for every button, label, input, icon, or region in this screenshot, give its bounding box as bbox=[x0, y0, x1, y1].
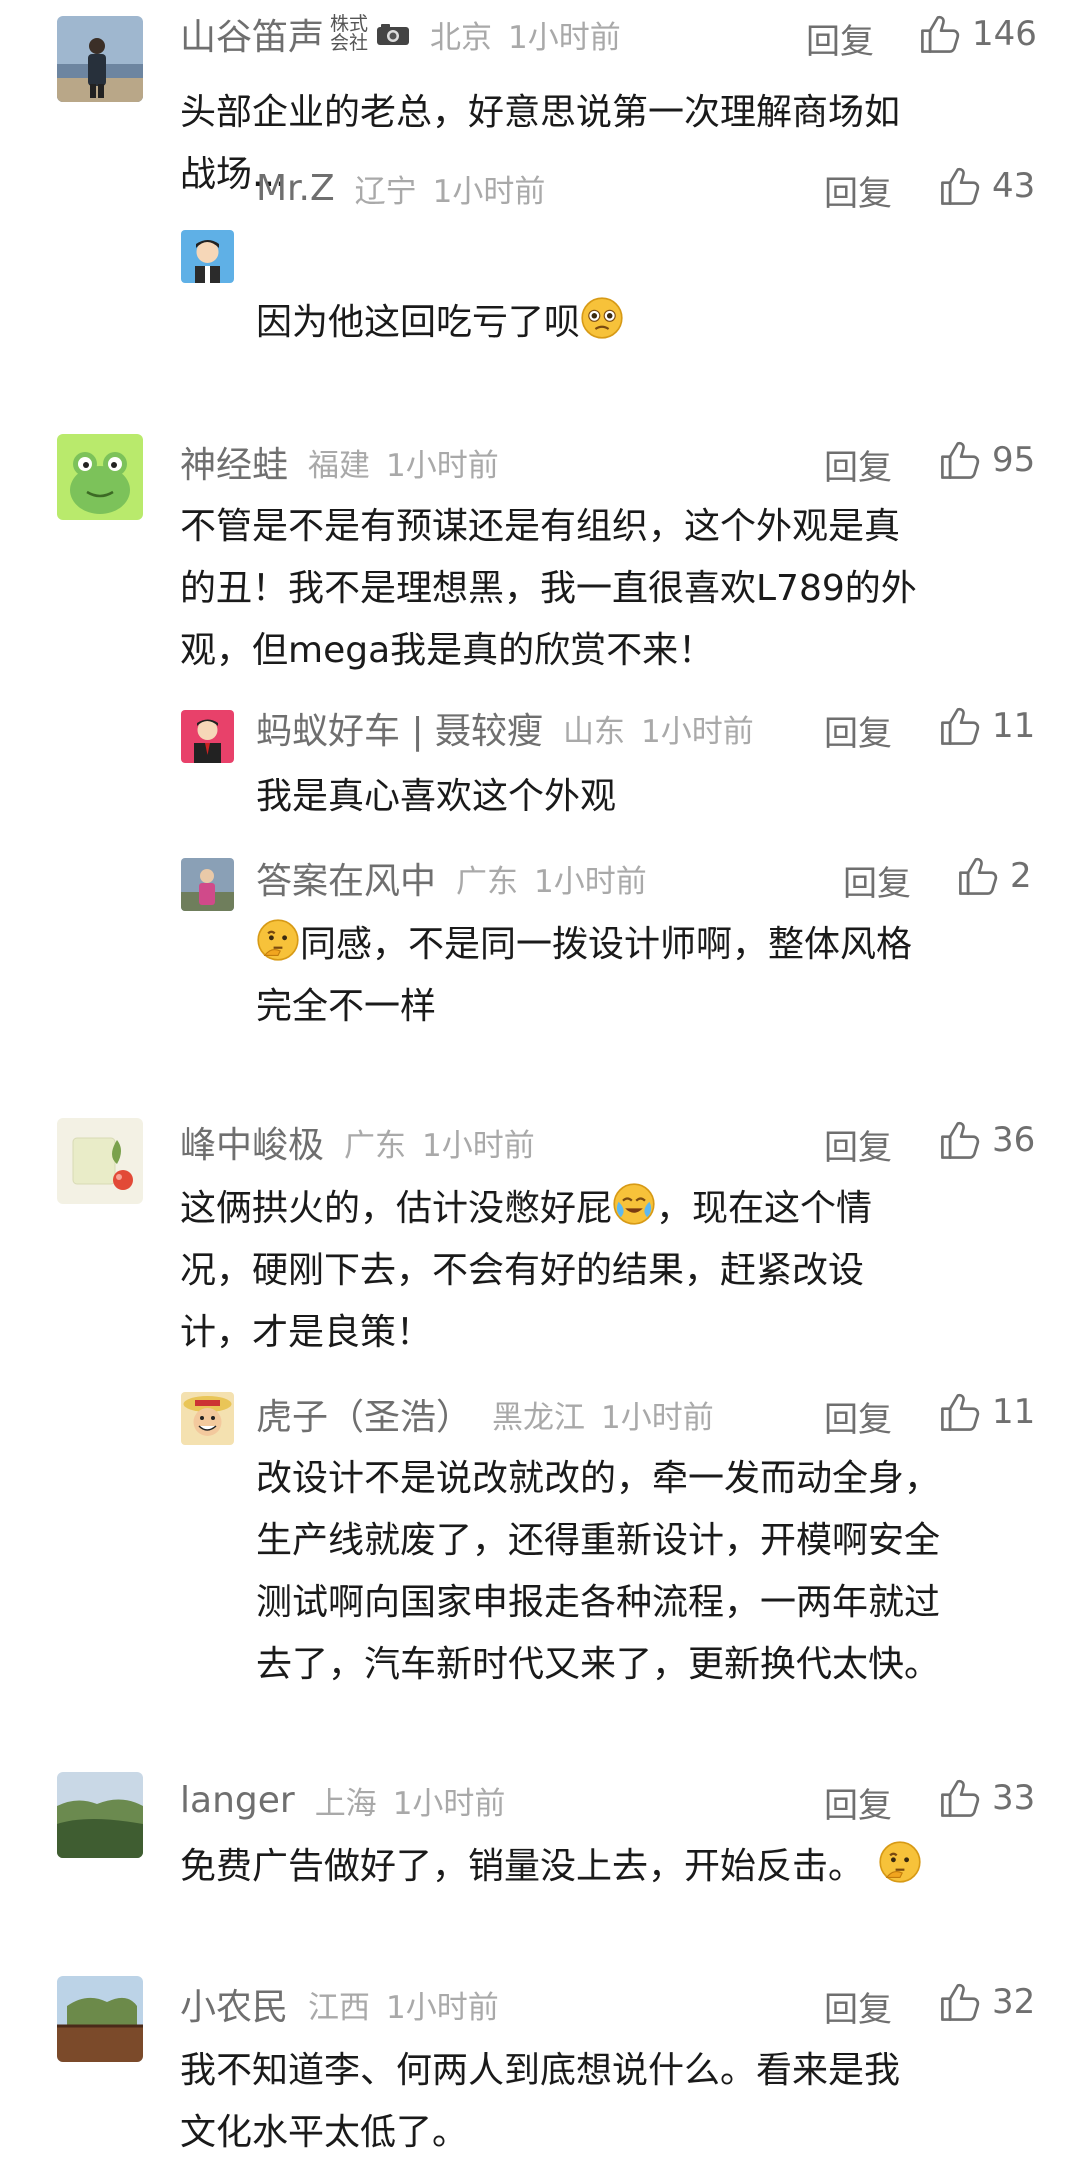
crying-face-emoji bbox=[612, 1182, 656, 1226]
comment-meta: 小农民 江西 1小时前 bbox=[0, 1982, 1080, 2028]
like-button[interactable]: 2 bbox=[956, 854, 1032, 898]
timestamp: 1小时前 bbox=[432, 173, 546, 210]
username[interactable]: 山谷笛声 bbox=[180, 8, 324, 60]
avatar[interactable] bbox=[181, 230, 234, 283]
reply-button[interactable]: 回复 bbox=[824, 1120, 892, 1169]
like-button[interactable]: 11 bbox=[938, 1390, 1035, 1434]
location: 上海 bbox=[314, 1785, 377, 1822]
thumbs-up-icon bbox=[938, 438, 982, 482]
camera-icon bbox=[377, 24, 410, 45]
reply-button[interactable]: 回复 bbox=[824, 166, 892, 215]
reply-button[interactable]: 回复 bbox=[824, 1778, 892, 1827]
thumbs-up-icon bbox=[956, 854, 1000, 898]
location: 广东 bbox=[456, 863, 519, 900]
like-count: 95 bbox=[992, 440, 1036, 480]
like-button[interactable]: 32 bbox=[938, 1980, 1035, 2024]
thumbs-up-icon bbox=[938, 164, 982, 208]
thumbs-up-icon bbox=[918, 12, 962, 56]
comment-text: 我不知道李、何两人到底想说什么。看来是我 文化水平太低了。 bbox=[180, 2050, 901, 2153]
comment-meta: Mr.Z 辽宁 1小时前 bbox=[0, 166, 1080, 210]
location: 山东 bbox=[563, 713, 626, 750]
like-count: 146 bbox=[972, 14, 1037, 54]
comment-feed: 山谷笛声 株式会社 北京 1小时前 回复 146 头部企业的老总，好意思说第一次… bbox=[0, 0, 1080, 2167]
thinking-face-emoji bbox=[878, 1840, 922, 1884]
reply-button[interactable]: 回复 bbox=[824, 1982, 892, 2031]
comment-meta: 峰中峻极 广东 1小时前 bbox=[0, 1120, 1080, 1166]
timestamp: 1小时前 bbox=[386, 447, 499, 484]
location: 辽宁 bbox=[354, 173, 417, 210]
like-button[interactable]: 95 bbox=[938, 438, 1035, 482]
like-count: 43 bbox=[992, 166, 1036, 206]
user-tag: 株式会社 bbox=[330, 13, 369, 54]
thinking-face-emoji bbox=[256, 918, 300, 962]
like-count: 11 bbox=[992, 1392, 1036, 1432]
username[interactable]: 小农民 bbox=[180, 1978, 288, 2030]
thumbs-up-icon bbox=[938, 1390, 982, 1434]
like-count: 2 bbox=[1010, 856, 1032, 896]
like-count: 33 bbox=[992, 1778, 1036, 1818]
timestamp: 1小时前 bbox=[422, 1127, 535, 1164]
location: 黑龙江 bbox=[492, 1399, 586, 1436]
comment-text: 同感，不是同一拨设计师啊，整体风格 完全不一样 bbox=[256, 914, 912, 1038]
comment-text: 改设计不是说改就改的，牵一发而动全身， 生产线就废了，还得重新设计，开模啊安全 … bbox=[256, 1458, 941, 1685]
thumbs-up-icon bbox=[938, 1776, 982, 1820]
comment-meta: 答案在风中 广东 1小时前 bbox=[0, 856, 1080, 902]
comment-meta: 蚂蚁好车 | 聂较瘦 山东 1小时前 bbox=[0, 706, 1080, 752]
like-button[interactable]: 33 bbox=[938, 1776, 1035, 1820]
timestamp: 1小时前 bbox=[641, 713, 754, 750]
like-count: 32 bbox=[992, 1982, 1036, 2022]
location: 福建 bbox=[308, 447, 371, 484]
location: 江西 bbox=[308, 1989, 371, 2026]
timestamp: 1小时前 bbox=[534, 863, 647, 900]
username[interactable]: 虎子（圣浩） bbox=[256, 1388, 472, 1440]
like-button[interactable]: 36 bbox=[938, 1118, 1035, 1162]
reply-button[interactable]: 回复 bbox=[824, 706, 892, 755]
reply-button[interactable]: 回复 bbox=[806, 14, 874, 63]
username[interactable]: 峰中峻极 bbox=[180, 1116, 324, 1168]
pleading-face-emoji bbox=[580, 296, 624, 340]
thumbs-up-icon bbox=[938, 704, 982, 748]
comment-text: 不管是不是有预谋还是有组织，这个外观是真 的丑！我不是理想黑，我一直很喜欢L78… bbox=[180, 506, 917, 671]
like-button[interactable]: 11 bbox=[938, 704, 1035, 748]
thumbs-up-icon bbox=[938, 1118, 982, 1162]
comment-meta: 神经蛙 福建 1小时前 bbox=[0, 440, 1080, 486]
thumbs-up-icon bbox=[938, 1980, 982, 2024]
like-button[interactable]: 146 bbox=[918, 12, 1037, 56]
username[interactable]: 神经蛙 bbox=[180, 436, 288, 488]
comment-text: 我是真心喜欢这个外观 bbox=[256, 776, 617, 817]
username[interactable]: 蚂蚁好车 | 聂较瘦 bbox=[256, 702, 543, 754]
timestamp: 1小时前 bbox=[392, 1785, 506, 1822]
location: 北京 bbox=[430, 19, 493, 56]
reply-button[interactable]: 回复 bbox=[824, 440, 892, 489]
timestamp: 1小时前 bbox=[601, 1399, 714, 1436]
username[interactable]: 答案在风中 bbox=[256, 852, 436, 904]
comment-text: 免费广告做好了，销量没上去，开始反击。 bbox=[180, 1836, 922, 1898]
comment-meta: 虎子（圣浩） 黑龙江 1小时前 bbox=[0, 1392, 1080, 1438]
like-button[interactable]: 43 bbox=[938, 164, 1035, 208]
like-count: 11 bbox=[992, 706, 1036, 746]
like-count: 36 bbox=[992, 1120, 1036, 1160]
comment-meta: langer 上海 1小时前 bbox=[0, 1778, 1080, 1822]
comment-text: 因为他这回吃亏了呗 bbox=[256, 292, 624, 354]
timestamp: 1小时前 bbox=[508, 19, 621, 56]
reply-button[interactable]: 回复 bbox=[824, 1392, 892, 1441]
timestamp: 1小时前 bbox=[386, 1989, 499, 2026]
comment-text: 这俩拱火的，估计没憋好屁 ，现在这个情 况，硬刚下去，不会有好的结果，赶紧改设 … bbox=[180, 1178, 872, 1364]
reply-button[interactable]: 回复 bbox=[843, 856, 911, 905]
username[interactable]: langer bbox=[180, 1780, 295, 1821]
location: 广东 bbox=[344, 1127, 407, 1164]
username[interactable]: Mr.Z bbox=[256, 168, 335, 209]
